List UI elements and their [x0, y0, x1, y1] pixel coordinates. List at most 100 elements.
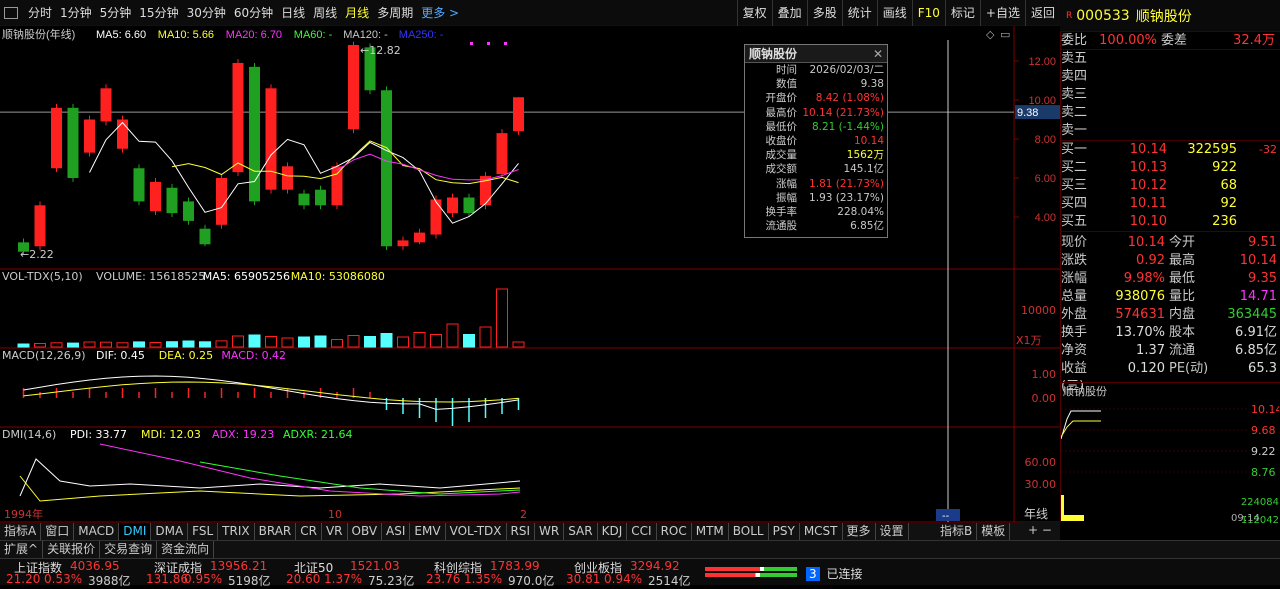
right-tab-1[interactable]: 模板 [977, 523, 1011, 540]
tab-mtm[interactable]: MTM [692, 523, 729, 540]
tab-asi[interactable]: ASI [382, 523, 411, 540]
vol-legend-2: MA10: 53086080 [291, 270, 385, 283]
bid-c [1237, 213, 1277, 231]
quote-label: 量比 [1169, 289, 1196, 304]
candle-body [282, 166, 293, 190]
tab-vol-tdx[interactable]: VOL-TDX [446, 523, 507, 540]
tool-button-5[interactable]: F10 [911, 0, 945, 26]
period-6[interactable]: 日线 [277, 4, 309, 21]
period-0[interactable]: 分时 [24, 4, 56, 21]
dmi-legend-3: ADXR: 21.64 [283, 428, 353, 441]
tab-macd[interactable]: MACD [74, 523, 120, 540]
x-start: 1994年 [4, 507, 43, 521]
candle-body [463, 197, 475, 214]
period-4[interactable]: 30分钟 [183, 4, 230, 21]
tab-sar[interactable]: SAR [564, 523, 598, 540]
quote-row: 换手 13.70% 股本 6.91亿 [1061, 324, 1280, 342]
tab-设置[interactable]: 设置 [876, 523, 909, 540]
bid-l: 买二 [1061, 160, 1088, 175]
tool-button-1[interactable]: 叠加 [771, 0, 807, 26]
tool-button-7[interactable]: +自选 [979, 0, 1025, 26]
volume-bar [34, 343, 46, 348]
volume-bar [446, 323, 459, 348]
window-icon[interactable] [4, 6, 18, 19]
tab-窗口[interactable]: 窗口 [41, 523, 75, 540]
tool-button-8[interactable]: 返回 [1024, 0, 1060, 26]
tab-dmi[interactable]: DMI [119, 523, 152, 540]
bid-p: 10.12 [1129, 178, 1167, 193]
vol-legend-1: MA5: 65905256 [203, 270, 290, 283]
tab-cr[interactable]: CR [296, 523, 322, 540]
period-1[interactable]: 1分钟 [56, 4, 96, 21]
bottom-tab-2[interactable]: 交易查询 [100, 541, 158, 558]
bid-row[interactable]: 买二 10.13 922 [1061, 159, 1280, 177]
tab-emv[interactable]: EMV [410, 523, 446, 540]
tab-roc[interactable]: ROC [657, 523, 692, 540]
tab-fsl[interactable]: FSL [188, 523, 219, 540]
bid-row[interactable]: 买五 10.10 236 [1061, 213, 1280, 231]
period-3[interactable]: 15分钟 [135, 4, 182, 21]
connection-status[interactable]: 3 已连接 [806, 565, 862, 582]
period-2[interactable]: 5分钟 [96, 4, 136, 21]
volume-bar [314, 335, 327, 348]
tab-wr[interactable]: WR [535, 523, 565, 540]
tab-trix[interactable]: TRIX [218, 523, 255, 540]
tool-button-2[interactable]: 多股 [806, 0, 842, 26]
bid-row[interactable]: 买一 10.14 322595 -32 [1061, 141, 1280, 159]
period-7[interactable]: 周线 [309, 4, 341, 21]
tab-boll[interactable]: BOLL [729, 523, 769, 540]
quote-label: 最低 [1169, 271, 1196, 286]
right-tab-0[interactable]: 指标B [936, 523, 978, 540]
quote-row: 涨跌 0.92 最高 10.14 [1061, 252, 1280, 270]
candle-body [397, 240, 409, 247]
popup-row: 收盘价 10.14 [745, 134, 887, 148]
vol-unit: X1万 [1016, 334, 1042, 347]
mini-price-line [1060, 410, 1101, 440]
bottom-tab-3[interactable]: 资金流向 [157, 541, 215, 558]
ask-label: 卖一 [1061, 123, 1088, 138]
tool-button-0[interactable]: 复权 [736, 0, 772, 26]
tab-指标a[interactable]: 指标A [0, 523, 42, 540]
chart-area[interactable]: 12.00 10.00 8.00 6.00 4.00 9.38 顺钠股份(年线) MA5: 6… [0, 26, 1061, 523]
tool-button-3[interactable]: 统计 [841, 0, 877, 26]
bottom-tabs: 扩展^ 关联报价 交易查询 资金流向 [0, 540, 1280, 558]
macd-title: MACD(12,26,9) [2, 349, 86, 362]
connection-label: 已连接 [826, 567, 863, 581]
dmi-legend-1: MDI: 12.03 [141, 428, 201, 441]
vol-y-tick: 10000 [1021, 304, 1056, 317]
tab-dma[interactable]: DMA [151, 523, 189, 540]
tab-更多[interactable]: 更多 [843, 523, 876, 540]
close-icon[interactable]: ✕ [873, 45, 883, 63]
period-9[interactable]: 多周期 [373, 4, 417, 21]
bid-row[interactable]: 买三 10.12 68 [1061, 177, 1280, 195]
add-remove[interactable]: + − [1020, 522, 1060, 540]
period-5[interactable]: 60分钟 [230, 4, 277, 21]
candle-body [381, 90, 392, 247]
tab-mcst[interactable]: MCST [800, 523, 843, 540]
data-window[interactable]: 顺钠股份 ✕ 时间 2026/02/03/二 数值 9.38 开盘价 8.42 (1.08… [744, 44, 888, 238]
tab-vr[interactable]: VR [322, 523, 348, 540]
period-10[interactable]: 更多 > [417, 4, 463, 21]
tab-brar[interactable]: BRAR [255, 523, 297, 540]
tab-kdj[interactable]: KDJ [598, 523, 628, 540]
tab-psy[interactable]: PSY [769, 523, 800, 540]
popup-key: 数值 [776, 78, 797, 91]
index-status-bar: 3 已连接 上证指数 4036.95 21.20 0.53% 3988亿 深证成指 1395… [0, 558, 1280, 588]
quote-label: 流通 [1169, 343, 1196, 358]
quote-value: 10.14 [1239, 253, 1277, 268]
kline-chart[interactable]: 12.0010.008.006.004.009.38顺钠股份(年线) MA5: 6… [0, 26, 1061, 523]
volume-bar [17, 343, 30, 348]
tool-button-6[interactable]: 标记 [944, 0, 980, 26]
period-8[interactable]: 月线 [341, 4, 373, 21]
bid-row[interactable]: 买四 10.11 92 [1061, 195, 1280, 213]
bid-v: 922 [1212, 160, 1237, 175]
wb-value: 100.00% [1099, 33, 1157, 48]
mini-chart[interactable]: 顺钠股份 10.149.689.228.7622408411204209:14 [1060, 382, 1280, 526]
tab-obv[interactable]: OBV [348, 523, 383, 540]
bottom-tab-1[interactable]: 关联报价 [43, 541, 101, 558]
tool-button-4[interactable]: 画线 [876, 0, 912, 26]
bottom-tab-0[interactable]: 扩展^ [0, 541, 44, 558]
bid-c: -32 [1259, 143, 1277, 156]
tab-cci[interactable]: CCI [627, 523, 657, 540]
tab-rsi[interactable]: RSI [507, 523, 536, 540]
